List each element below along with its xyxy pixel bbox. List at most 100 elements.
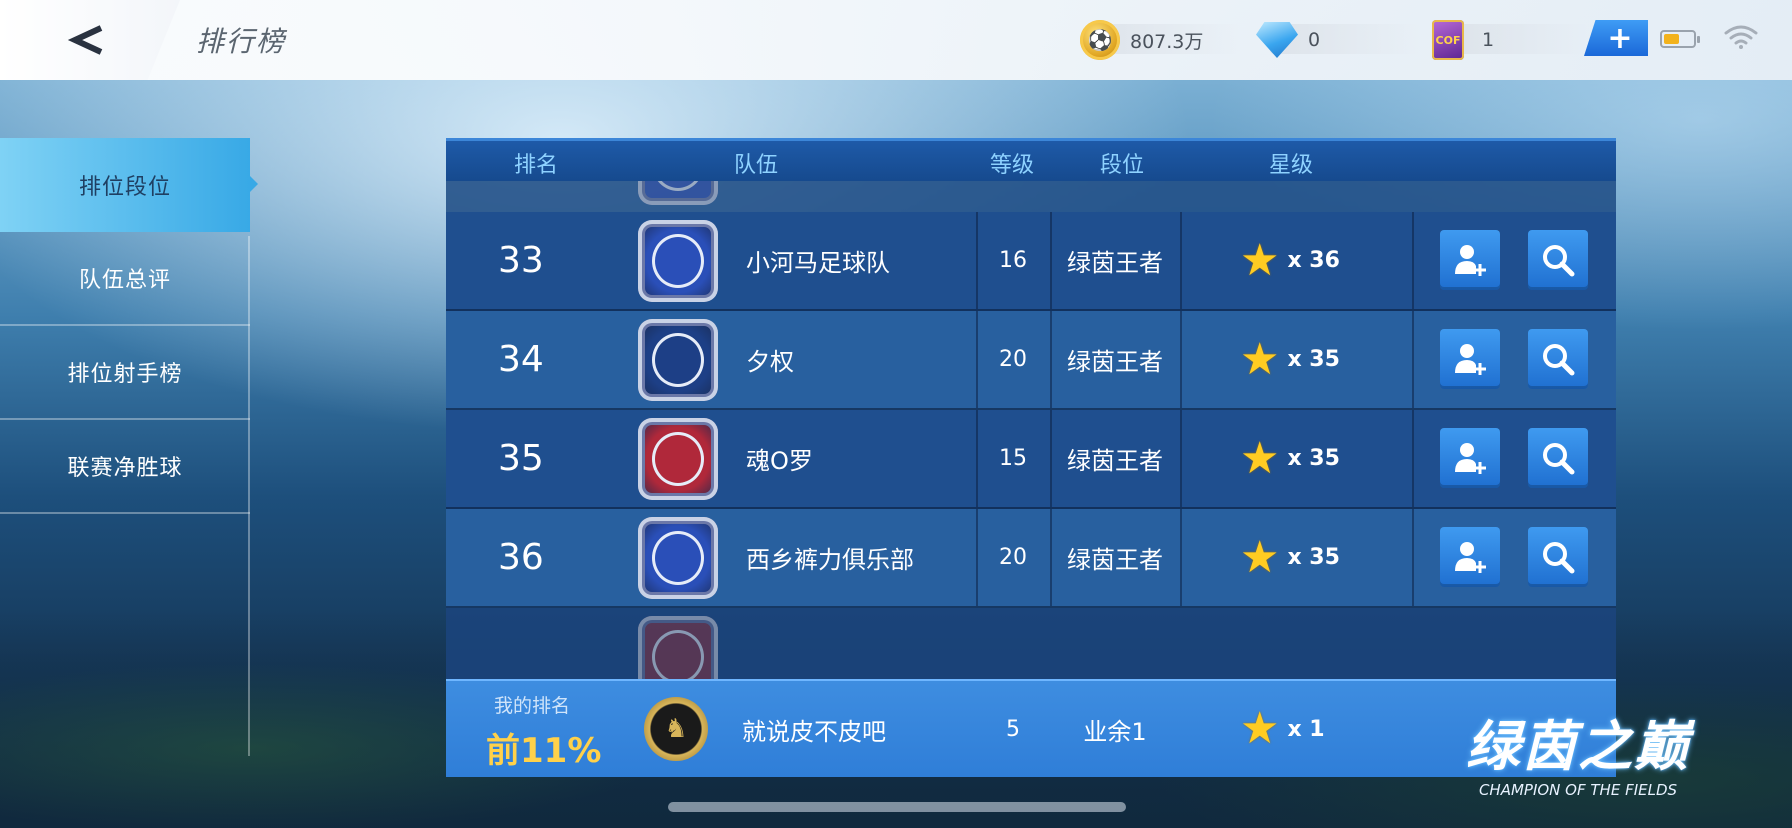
row-team-name: 夕权 [746,348,794,376]
table-row[interactable]: 34 夕权 20 绿茵王者 ★ x 35 [446,311,1616,410]
my-rank-percentile: 前11% [486,731,602,771]
sidebar-item-team-rating[interactable]: 队伍总评 [0,232,250,326]
my-stars: ★ x 1 [1240,681,1325,777]
row-rank: 35 [498,438,544,479]
diamond-value: 0 [1308,29,1321,51]
row-tier: 绿茵王者 [1067,447,1163,475]
row-star-count: x 35 [1287,347,1340,372]
row-stars: ★ x 35 [1240,509,1340,606]
table-row[interactable]: 36 西乡裤力俱乐部 20 绿茵王者 ★ x 35 [446,509,1616,608]
team-badge [638,220,718,302]
row-level: 15 [999,446,1027,471]
star-icon: ★ [1240,432,1280,484]
add-friend-icon [1455,245,1486,276]
row-level: 20 [999,545,1027,570]
sidebar-item-goal-difference[interactable]: 联赛净胜球 [0,420,250,514]
star-icon: ★ [1240,703,1280,754]
team-badge [638,319,718,401]
sidebar-item-top-scorers[interactable]: 排位射手榜 [0,326,250,420]
back-arrow-icon[interactable] [62,20,112,60]
row-star-count: x 35 [1287,446,1340,471]
sidebar-item-label: 队伍总评 [78,268,171,293]
search-icon [1543,344,1575,376]
row-stars: ★ x 35 [1240,311,1340,408]
battery-level [1664,34,1679,44]
row-tier: 绿茵王者 [1067,249,1163,277]
my-level: 5 [1006,716,1020,742]
leaderboard-list[interactable]: 33 小河马足球队 16 绿茵王者 ★ x 36 34 夕权 20 绿茵王者 ★… [446,181,1616,711]
wifi-icon [1722,22,1760,52]
view-team-button[interactable] [1528,230,1588,290]
add-friend-icon [1455,344,1486,375]
add-friend-icon [1455,443,1486,474]
card-icon: COF [1432,20,1464,60]
star-icon: ★ [1240,333,1280,385]
team-badge [638,181,718,205]
add-friend-button[interactable] [1440,428,1500,488]
top-bar: 排行榜 ⚽ 807.3万 0 COF 1 + [0,0,1792,80]
row-rank: 33 [498,240,544,281]
add-friend-button[interactable] [1440,329,1500,389]
sidebar-item-label: 联赛净胜球 [67,456,183,481]
add-friend-icon [1455,542,1486,573]
table-row[interactable]: 33 小河马足球队 16 绿茵王者 ★ x 36 [446,212,1616,311]
view-team-button[interactable] [1528,527,1588,587]
my-star-count: x 1 [1287,716,1325,742]
sidebar-divider [248,236,250,756]
add-friend-button[interactable] [1440,527,1500,587]
search-icon [1543,245,1575,277]
row-rank: 36 [498,537,544,578]
row-tier: 绿茵王者 [1067,348,1163,376]
team-badge [638,517,718,599]
star-icon: ★ [1240,531,1280,583]
coin-counter[interactable]: ⚽ 807.3万 [1080,20,1203,60]
game-logo: 绿茵之巅 CHAMPION OF THE FIELDS [1466,702,1690,799]
diamond-counter[interactable]: 0 [1256,20,1320,60]
add-currency-button[interactable]: + [1584,20,1648,56]
card-value: 1 [1482,29,1495,51]
row-tier: 绿茵王者 [1067,546,1163,574]
my-rank-label: 我的排名 [494,695,571,717]
sidebar-item-ranked-tier[interactable]: 排位段位 [0,138,258,232]
search-icon [1543,443,1575,475]
view-team-button[interactable] [1528,329,1588,389]
team-badge [638,418,718,500]
column-header-rank: 排名 [513,153,558,178]
star-icon: ★ [1240,234,1280,286]
column-header-team: 队伍 [733,153,778,178]
view-team-button[interactable] [1528,428,1588,488]
my-team-name: 就说皮不皮吧 [742,717,886,746]
battery-icon [1660,30,1700,48]
column-header-tier: 段位 [1099,153,1144,178]
search-icon [1543,542,1575,574]
page-title: 排行榜 [196,25,287,58]
row-star-count: x 36 [1287,248,1340,273]
card-counter[interactable]: COF 1 [1432,20,1494,60]
table-row-partial-top [446,181,1616,214]
row-rank: 34 [498,339,544,380]
row-team-name: 魂O罗 [746,447,813,475]
leaderboard-panel: 排名 队伍 等级 段位 星级 33 小河马足球队 16 绿茵王者 ★ x 36 [446,138,1616,777]
row-stars: ★ x 36 [1240,212,1340,309]
diamond-icon [1256,22,1298,58]
game-logo-title: 绿茵之巅 [1466,715,1690,778]
home-indicator[interactable] [668,802,1126,812]
row-team-name: 小河马足球队 [746,249,890,277]
row-level: 16 [999,248,1027,273]
table-row[interactable]: 35 魂O罗 15 绿茵王者 ★ x 35 [446,410,1616,509]
column-header-stars: 星级 [1268,153,1313,178]
add-friend-button[interactable] [1440,230,1500,290]
sidebar-item-label: 排位段位 [78,175,171,200]
my-team-badge: ♞ [644,697,708,761]
my-tier: 业余1 [1083,717,1147,746]
row-stars: ★ x 35 [1240,410,1340,507]
row-star-count: x 35 [1287,545,1340,570]
coin-icon: ⚽ [1080,20,1120,60]
table-header: 排名 队伍 等级 段位 星级 [446,141,1616,181]
row-team-name: 西乡裤力俱乐部 [746,546,914,574]
row-level: 20 [999,347,1027,372]
coin-value: 807.3万 [1130,30,1204,53]
sidebar-item-label: 排位射手榜 [67,362,183,387]
column-header-level: 等级 [989,153,1034,178]
my-rank-row[interactable]: 我的排名 前11% ♞ 就说皮不皮吧 5 业余1 ★ x 1 [446,679,1616,777]
